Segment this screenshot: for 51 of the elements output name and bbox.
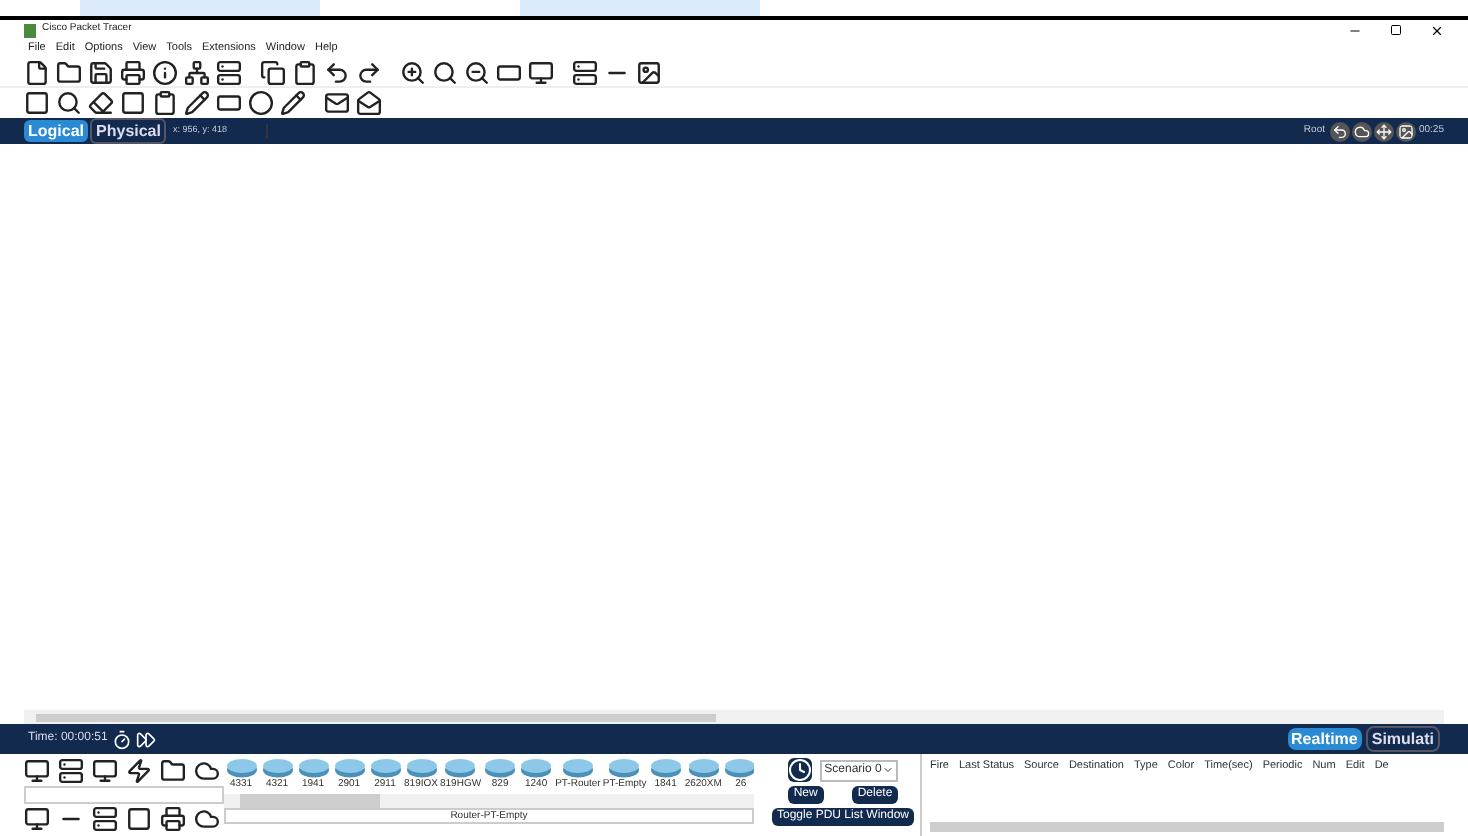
- note-icon[interactable]: [152, 90, 178, 116]
- monitor-icon[interactable]: [528, 59, 554, 85]
- search-icon[interactable]: [432, 59, 458, 85]
- monitor-icon[interactable]: [92, 758, 118, 784]
- close-icon[interactable]: [1430, 23, 1444, 37]
- undo-icon[interactable]: [324, 59, 350, 85]
- redo-icon[interactable]: [356, 59, 382, 85]
- pdu-scrollbar[interactable]: [930, 822, 1444, 832]
- image-icon[interactable]: [1396, 121, 1417, 141]
- lightning-icon[interactable]: [126, 758, 152, 784]
- mode-tab[interactable]: Simulati: [1365, 726, 1440, 752]
- server-icon[interactable]: [92, 806, 118, 832]
- horizontal-scrollbar[interactable]: [24, 710, 1444, 724]
- open-mail-icon[interactable]: [356, 90, 382, 116]
- ellipse-icon[interactable]: [248, 90, 274, 116]
- copy-icon[interactable]: [260, 59, 286, 85]
- new-file-icon[interactable]: [24, 59, 50, 85]
- clock-icon[interactable]: [788, 758, 813, 782]
- server-icon[interactable]: [572, 59, 598, 85]
- image-icon[interactable]: [636, 59, 662, 85]
- network-icon[interactable]: [184, 59, 210, 85]
- workspace-tab[interactable]: Logical: [24, 120, 89, 142]
- clipboard-icon[interactable]: [292, 59, 318, 85]
- zoom-out-icon[interactable]: [464, 59, 490, 85]
- server-icon[interactable]: [216, 59, 242, 85]
- printer-icon[interactable]: [160, 806, 186, 832]
- save-icon[interactable]: [88, 59, 114, 85]
- fast-forward-icon[interactable]: [135, 729, 156, 749]
- eraser-icon[interactable]: [88, 90, 114, 116]
- cloud-icon[interactable]: [194, 806, 220, 832]
- print-icon[interactable]: [120, 59, 146, 85]
- timer-icon[interactable]: [111, 729, 132, 749]
- device-search-field[interactable]: [24, 786, 224, 804]
- folder-icon[interactable]: [160, 758, 186, 784]
- zoom-in-icon[interactable]: [400, 59, 426, 85]
- back-icon[interactable]: [1330, 121, 1351, 141]
- folder-icon[interactable]: [56, 59, 82, 85]
- cloud-icon[interactable]: [1352, 121, 1373, 141]
- search-icon[interactable]: [56, 90, 82, 116]
- rectangle-icon[interactable]: [496, 59, 522, 85]
- freeform-icon[interactable]: [280, 90, 306, 116]
- move-icon[interactable]: [1374, 121, 1395, 141]
- mail-icon[interactable]: [324, 90, 350, 116]
- mode-tab[interactable]: Realtime: [1287, 728, 1362, 750]
- maximize-icon[interactable]: [1390, 24, 1402, 36]
- device-scrollbar[interactable]: [224, 794, 754, 808]
- info-icon[interactable]: [152, 59, 178, 85]
- cloud-icon[interactable]: [194, 758, 220, 784]
- app-icon: [24, 23, 36, 37]
- rectangle-icon[interactable]: [216, 90, 242, 116]
- chevron-down-icon[interactable]: [881, 764, 894, 776]
